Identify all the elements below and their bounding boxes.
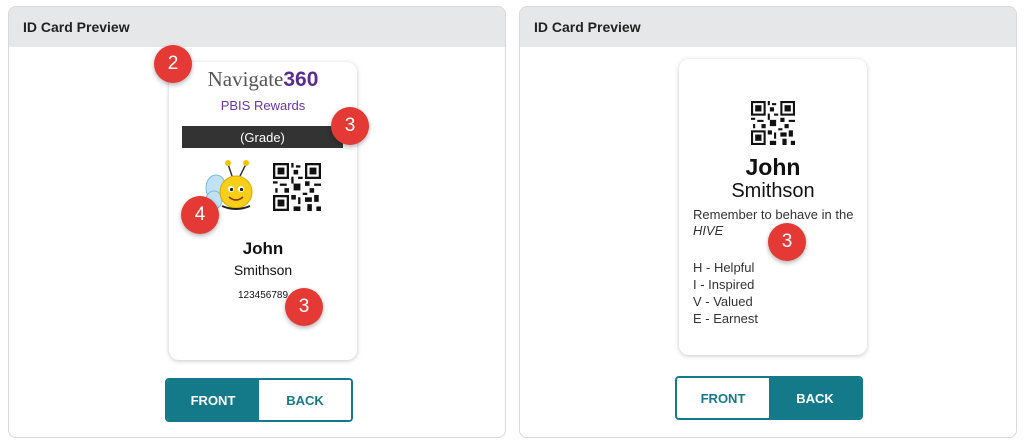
value-item: V - Valued: [693, 294, 753, 309]
card-side-toggle: FRONT BACK: [165, 378, 353, 422]
student-last-name: Smithson: [731, 180, 815, 202]
callout-badge: 4: [181, 196, 219, 234]
id-card-preview-front-panel: ID Card Preview Navigate360 PBIS Rewards…: [8, 6, 506, 438]
qr-code-icon: [273, 163, 321, 211]
id-card-preview-back-panel: ID Card Preview John Smithson Remember t…: [519, 6, 1017, 438]
callout-badge: 3: [285, 288, 323, 326]
back-button[interactable]: BACK: [259, 380, 351, 420]
front-button[interactable]: FRONT: [167, 380, 259, 420]
panel-header: ID Card Preview: [9, 7, 505, 47]
callout-badge: 3: [331, 107, 369, 145]
navigate360-logo: Navigate360: [207, 67, 319, 91]
panel-header: ID Card Preview: [520, 7, 1016, 47]
callout-badge: 3: [768, 223, 806, 261]
student-first-name: John: [745, 154, 801, 180]
grade-bar: (Grade): [182, 126, 343, 148]
student-first-name: John: [242, 239, 284, 258]
card-side-toggle: FRONT BACK: [675, 376, 863, 420]
student-last-name: Smithson: [233, 262, 293, 278]
callout-badge: 2: [154, 45, 192, 83]
hive-values-list: H - Helpful I - Inspired V - Valued E - …: [693, 259, 758, 327]
value-item: I - Inspired: [693, 277, 755, 292]
value-item: E - Earnest: [693, 311, 759, 326]
back-button[interactable]: BACK: [769, 378, 861, 418]
card-subtitle: PBIS Rewards: [220, 98, 306, 113]
id-card-back: John Smithson Remember to behave in the …: [679, 59, 867, 355]
student-id-number: 123456789: [237, 290, 289, 301]
qr-code-icon: [751, 101, 795, 145]
value-item: H - Helpful: [693, 260, 755, 275]
front-button[interactable]: FRONT: [677, 378, 769, 418]
